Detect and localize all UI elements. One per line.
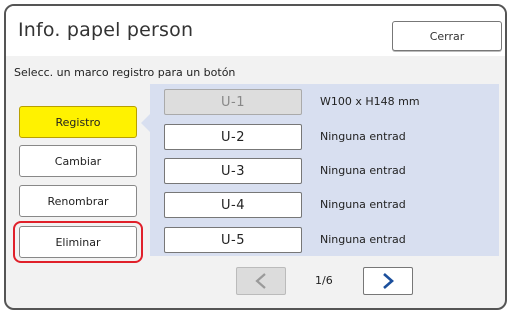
slot-info-u1: W100 x H148 mm — [320, 95, 420, 108]
slot-button-u3[interactable]: U-3 — [164, 158, 302, 184]
register-button[interactable]: Registro — [19, 106, 137, 138]
chevron-right-icon — [383, 273, 394, 289]
instruction-text: Selecc. un marco registro para un botón — [14, 66, 236, 79]
slot-button-u5[interactable]: U-5 — [164, 227, 302, 253]
delete-highlight-ring — [13, 221, 143, 263]
rename-button[interactable]: Renombrar — [19, 185, 137, 217]
slot-button-u1[interactable]: U-1 — [164, 89, 302, 115]
next-page-button[interactable] — [363, 267, 413, 295]
chevron-left-icon — [255, 273, 266, 289]
page-indicator: 1/6 — [315, 274, 333, 287]
close-button[interactable]: Cerrar — [392, 21, 502, 51]
dialog-header: Info. papel person Cerrar — [6, 6, 505, 56]
slot-info-u2: Ninguna entrad — [320, 130, 406, 143]
slot-info-u5: Ninguna entrad — [320, 233, 406, 246]
previous-page-button[interactable] — [236, 267, 286, 295]
slot-button-u2[interactable]: U-2 — [164, 124, 302, 150]
slot-button-u4[interactable]: U-4 — [164, 192, 302, 218]
slot-info-u3: Ninguna entrad — [320, 164, 406, 177]
change-button[interactable]: Cambiar — [19, 145, 137, 177]
dialog-title: Info. papel person — [18, 19, 194, 41]
panel-pointer — [141, 114, 150, 132]
slot-info-u4: Ninguna entrad — [320, 198, 406, 211]
